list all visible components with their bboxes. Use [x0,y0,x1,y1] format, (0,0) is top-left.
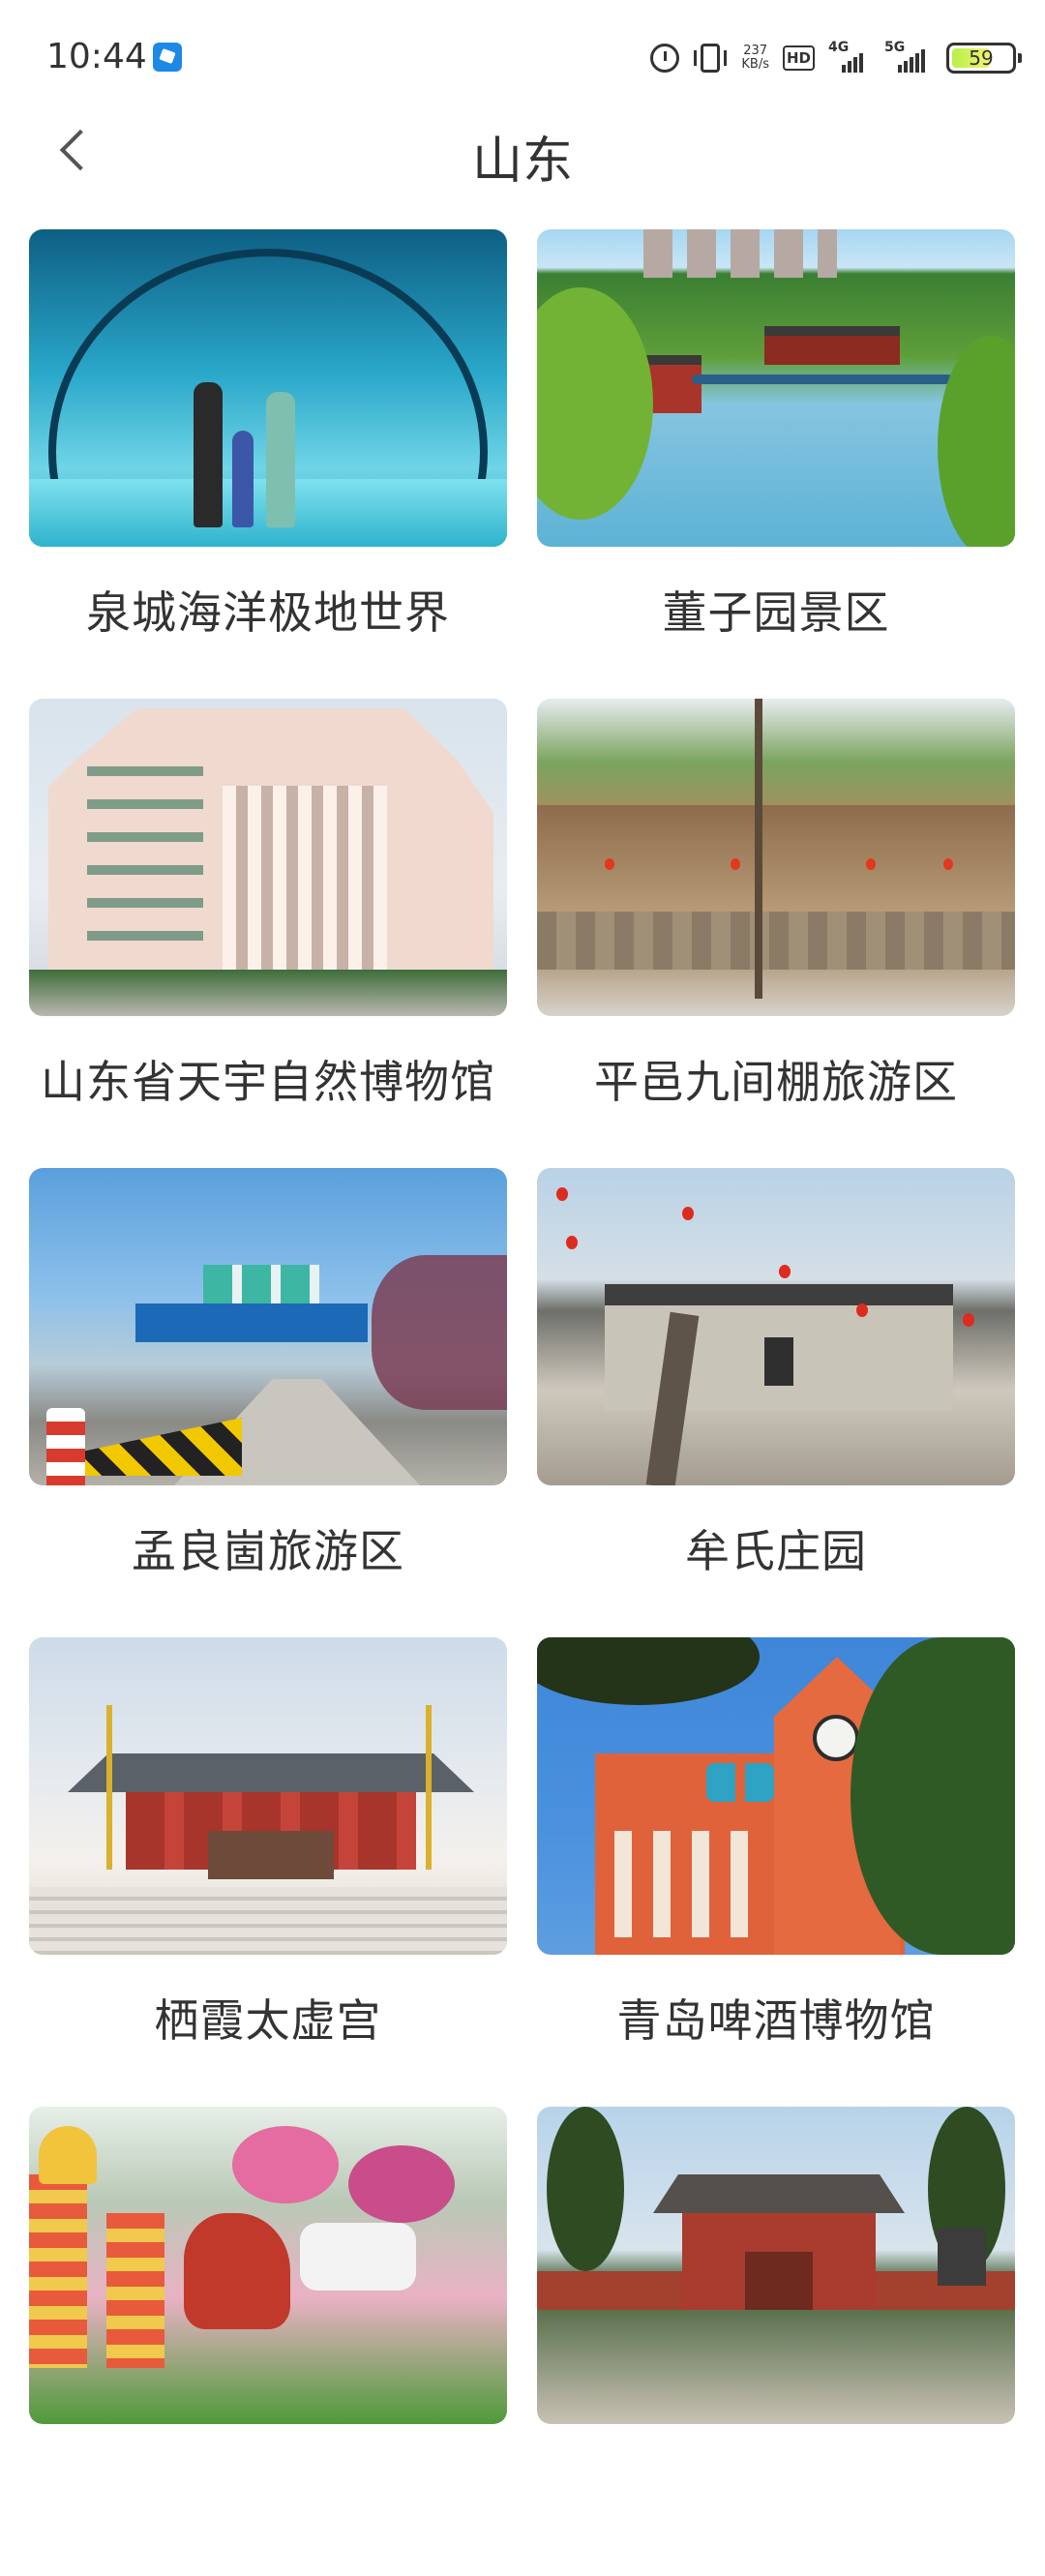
attraction-card[interactable]: 栖霞太虚宫 [29,1637,507,2107]
status-time: 10:44 [46,37,147,76]
attraction-name: 青岛啤酒博物馆 [616,1994,936,2047]
attraction-image [29,1637,507,1955]
attraction-card[interactable]: 山东省天宇自然博物馆 [29,699,507,1168]
attraction-card[interactable] [29,2107,507,2576]
attraction-card[interactable]: 牟氏庄园 [537,1168,1015,1637]
attraction-name: 董子园景区 [662,586,890,639]
app-notification-icon [153,43,182,72]
battery-level: 59 [969,46,994,70]
attraction-card[interactable]: 董子园景区 [537,229,1015,699]
attraction-name [537,2424,1015,2550]
attraction-name: 泉城海洋极地世界 [86,586,450,639]
attraction-card[interactable]: 青岛啤酒博物馆 [537,1637,1015,2107]
page-title: 山东 [471,133,573,191]
signal-5g-label: 5G [884,40,906,55]
attraction-image [537,229,1015,547]
network-speed-unit: KB/s [741,57,769,72]
attraction-card[interactable] [537,2107,1015,2576]
attraction-card[interactable]: 孟良崮旅游区 [29,1168,507,1637]
attraction-name: 栖霞太虚宫 [154,1994,382,2047]
status-bar: 10:44 237 KB/s HD 4G 5G 59 [0,0,1045,116]
vibrate-icon [694,44,728,73]
signal-4g-icon: 4G [828,40,871,73]
signal-4g-label: 4G [828,40,850,55]
attraction-name: 平邑九间棚旅游区 [594,1056,958,1108]
attraction-image [29,2107,507,2424]
attraction-image [29,229,507,547]
hd-voice-icon: HD [782,45,815,71]
attraction-image [537,2107,1015,2424]
network-speed: 237 KB/s [741,45,769,72]
attraction-name [29,2424,507,2550]
attraction-card[interactable]: 平邑九间棚旅游区 [537,699,1015,1168]
attraction-name: 山东省天宇自然博物馆 [41,1056,495,1108]
attraction-name: 牟氏庄园 [685,1525,867,1577]
attraction-image [29,699,507,1016]
attraction-grid: 泉城海洋极地世界 董子园景区 山东省天宇自然博物馆 平邑九间棚旅游区 孟良崮旅游… [29,229,1016,2576]
battery-icon: 59 [946,43,1022,74]
status-icons: 237 KB/s HD 4G 5G 59 [650,40,1022,75]
attraction-name: 孟良崮旅游区 [132,1525,404,1577]
attraction-image [537,1168,1015,1485]
signal-5g-icon: 5G [884,40,933,73]
alarm-icon [650,44,680,73]
attraction-card[interactable]: 泉城海洋极地世界 [29,229,507,699]
attraction-image [29,1168,507,1485]
network-speed-value: 237 [743,44,768,58]
attraction-image [537,1637,1015,1955]
attraction-image [537,699,1015,1016]
